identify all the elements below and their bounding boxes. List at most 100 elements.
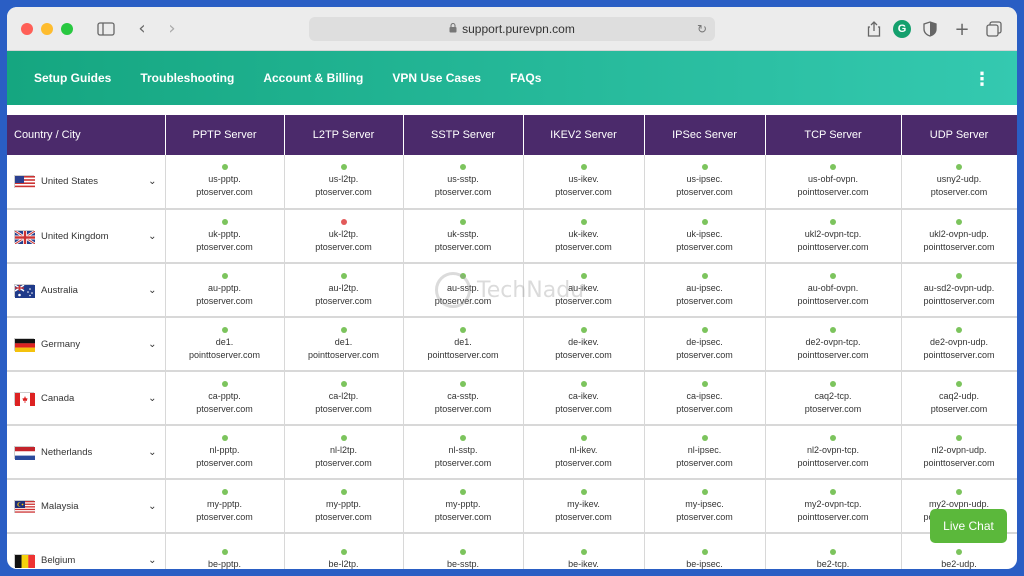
country-toggle[interactable]: Australia ⌄ bbox=[14, 283, 165, 298]
chevron-down-icon[interactable]: ⌄ bbox=[148, 500, 156, 513]
table-row: Belgium ⌄ be-pptp. be-l2tp. be-sstp. be-ikev.… bbox=[7, 533, 1017, 569]
nav-faqs[interactable]: FAQs bbox=[510, 71, 541, 85]
server-cell: my-pptp. ptoserver.com bbox=[165, 479, 285, 534]
server-host-prefix: de1. bbox=[454, 336, 472, 347]
table-row: Netherlands ⌄ nl-pptp. ptoserver.com nl-l2tp… bbox=[7, 425, 1017, 480]
country-cell[interactable]: Canada ⌄ bbox=[7, 371, 166, 426]
status-online-indicator bbox=[701, 380, 708, 387]
nav-vpn-use-cases[interactable]: VPN Use Cases bbox=[392, 71, 481, 85]
server-host-prefix: ca-ipsec. bbox=[686, 390, 723, 401]
country-toggle[interactable]: Belgium ⌄ bbox=[14, 553, 165, 568]
server-host-prefix: au-obf-ovpn. bbox=[807, 282, 859, 293]
zoom-window-button[interactable] bbox=[61, 22, 73, 35]
server-host-prefix: de-ikev. bbox=[568, 336, 599, 347]
nav-setup-guides[interactable]: Setup Guides bbox=[34, 71, 111, 85]
new-tab-icon[interactable]: + bbox=[949, 16, 975, 42]
de-flag-icon bbox=[14, 337, 35, 352]
server-cell: nl-pptp. ptoserver.com bbox=[165, 425, 285, 480]
lock-icon bbox=[449, 22, 457, 35]
status-online-indicator bbox=[701, 218, 708, 225]
server-cell: be-ikev. bbox=[523, 533, 645, 569]
server-host-prefix: ukl2-ovpn-tcp. bbox=[804, 228, 862, 239]
address-bar[interactable]: support.purevpn.com ↻ bbox=[309, 17, 715, 41]
status-online-indicator bbox=[460, 488, 466, 495]
live-chat-button[interactable]: Live Chat bbox=[930, 509, 1007, 543]
server-host-prefix: be-l2tp. bbox=[328, 559, 359, 569]
server-cell: be-l2tp. bbox=[284, 533, 404, 569]
server-host-domain: ptoserver.com bbox=[434, 241, 492, 252]
chevron-down-icon[interactable]: ⌄ bbox=[148, 175, 156, 188]
back-icon[interactable]: ‹ bbox=[129, 16, 155, 42]
server-host-prefix: nl-l2tp. bbox=[329, 444, 357, 455]
server-host-domain: ptoserver.com bbox=[315, 457, 372, 468]
server-host-domain: pointtoserver.com bbox=[797, 295, 869, 306]
nav-troubleshooting[interactable]: Troubleshooting bbox=[140, 71, 234, 85]
chevron-down-icon[interactable]: ⌄ bbox=[148, 446, 156, 459]
share-icon[interactable] bbox=[861, 16, 887, 42]
server-host-prefix: uk-ikev. bbox=[568, 228, 599, 239]
server-cell: my-ipsec. ptoserver.com bbox=[644, 479, 766, 534]
status-online-indicator bbox=[830, 218, 836, 225]
more-menu-icon[interactable]: ⋮ bbox=[973, 69, 991, 90]
server-host-prefix: uk-pptp. bbox=[208, 228, 241, 239]
reload-icon[interactable]: ↻ bbox=[697, 22, 707, 36]
chevron-down-icon[interactable]: ⌄ bbox=[148, 392, 156, 405]
server-host-domain: ptoserver.com bbox=[196, 187, 253, 197]
tab-overview-icon[interactable] bbox=[981, 16, 1007, 42]
country-cell[interactable]: United Kingdom ⌄ bbox=[7, 209, 166, 264]
country-cell[interactable]: Malaysia ⌄ bbox=[7, 479, 166, 534]
server-host-prefix: uk-ipsec. bbox=[686, 228, 723, 239]
status-online-indicator bbox=[460, 549, 466, 555]
server-host-prefix: my-pptp. bbox=[445, 498, 481, 509]
country-name: United Kingdom bbox=[41, 230, 109, 242]
chevron-down-icon[interactable]: ⌄ bbox=[148, 230, 156, 243]
chevron-down-icon[interactable]: ⌄ bbox=[148, 284, 156, 297]
country-toggle[interactable]: United States ⌄ bbox=[14, 175, 165, 189]
server-cell: de1. pointtoserver.com bbox=[165, 317, 285, 372]
server-host-prefix: au-sd2-ovpn-udp. bbox=[923, 282, 995, 293]
country-toggle[interactable]: United Kingdom ⌄ bbox=[14, 229, 165, 245]
country-cell[interactable]: United States ⌄ bbox=[7, 155, 166, 210]
table-row: Canada ⌄ ca-pptp. ptoserver.com ca-l2tp. ptos… bbox=[7, 371, 1017, 426]
grammarly-icon[interactable]: G bbox=[893, 20, 911, 38]
server-cell: us-pptp. ptoserver.com bbox=[165, 155, 285, 210]
sidebar-icon[interactable] bbox=[93, 16, 119, 42]
server-cell: usny2-udp. ptoserver.com bbox=[901, 155, 1017, 210]
minimize-window-button[interactable] bbox=[41, 22, 53, 35]
privacy-shield-icon[interactable] bbox=[917, 16, 943, 42]
status-online-indicator bbox=[340, 326, 347, 333]
server-cell: caq2-tcp. ptoserver.com bbox=[765, 371, 902, 426]
server-host-prefix: my-pptp. bbox=[325, 498, 361, 509]
status-online-indicator bbox=[340, 434, 347, 441]
server-cell: au-pptp. ptoserver.com bbox=[165, 263, 285, 318]
ca-flag-icon bbox=[14, 391, 35, 406]
country-toggle[interactable]: Netherlands ⌄ bbox=[14, 445, 165, 460]
country-toggle[interactable]: Canada ⌄ bbox=[14, 391, 165, 406]
chevron-down-icon[interactable]: ⌄ bbox=[148, 338, 156, 351]
forward-icon[interactable]: › bbox=[159, 16, 185, 42]
chevron-down-icon[interactable]: ⌄ bbox=[148, 554, 156, 567]
server-cell: nl-l2tp. ptoserver.com bbox=[284, 425, 404, 480]
close-window-button[interactable] bbox=[21, 22, 33, 35]
server-host-prefix: uk-sstp. bbox=[447, 228, 479, 239]
server-cell: us-obf-ovpn. pointtoserver.com bbox=[765, 155, 902, 210]
server-host-prefix: my2-ovpn-tcp. bbox=[804, 498, 862, 509]
server-cell: ca-ipsec. ptoserver.com bbox=[644, 371, 766, 426]
country-cell[interactable]: Belgium ⌄ bbox=[7, 533, 166, 569]
status-online-indicator bbox=[956, 326, 962, 333]
server-cell: us-sstp. ptoserver.com bbox=[403, 155, 524, 210]
status-online-indicator bbox=[580, 488, 587, 495]
status-online-indicator bbox=[221, 272, 228, 279]
country-cell[interactable]: Germany ⌄ bbox=[7, 317, 166, 372]
nav-account-billing[interactable]: Account & Billing bbox=[263, 71, 363, 85]
country-name: Canada bbox=[41, 392, 75, 404]
server-host-prefix: de-ipsec. bbox=[686, 336, 723, 347]
country-cell[interactable]: Australia ⌄ bbox=[7, 263, 166, 318]
country-cell[interactable]: Netherlands ⌄ bbox=[7, 425, 166, 480]
status-online-indicator bbox=[460, 380, 466, 387]
server-cell: caq2-udp. ptoserver.com bbox=[901, 371, 1017, 426]
country-toggle[interactable]: Germany ⌄ bbox=[14, 337, 165, 352]
server-host-prefix: uk-l2tp. bbox=[328, 228, 359, 239]
country-toggle[interactable]: Malaysia ⌄ bbox=[14, 499, 165, 514]
server-host-domain: ptoserver.com bbox=[804, 403, 862, 414]
